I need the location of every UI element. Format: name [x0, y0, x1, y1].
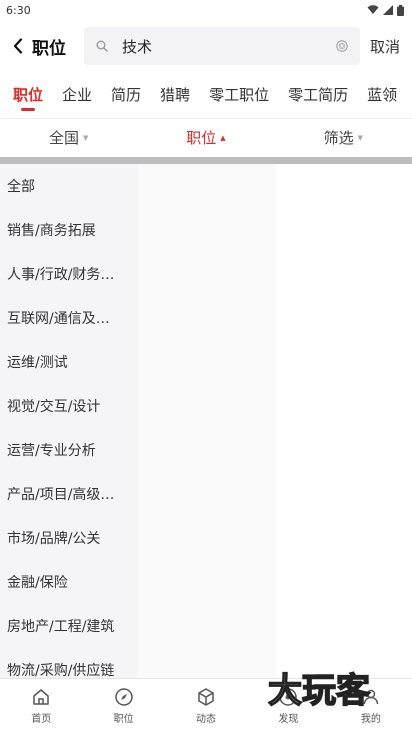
search-value: 技术 — [122, 37, 153, 56]
filter-region-label: 全国 — [48, 129, 79, 147]
header: 职位 技术 取消 — [0, 26, 412, 66]
list-item[interactable]: 人事/行政/财务… — [0, 252, 138, 296]
subcategory-pane — [138, 164, 276, 678]
list-item[interactable]: 运营/专业分析 — [0, 428, 138, 472]
list-item[interactable]: 运维/测试 — [0, 340, 138, 384]
status-time: 6:30 — [6, 3, 31, 17]
nav-feed[interactable]: 动态 — [165, 679, 247, 732]
chevron-down-icon: ▼ — [357, 133, 364, 142]
clear-icon[interactable] — [336, 40, 348, 52]
nav-feed-label: 动态 — [196, 713, 217, 725]
page-title: 职位 — [32, 38, 66, 59]
search-input[interactable]: 技术 — [84, 27, 360, 65]
list-item[interactable]: 物流/采购/供应链 — [0, 648, 138, 678]
discover-icon — [279, 687, 298, 706]
tab-gig-resumes[interactable]: 零工简历 — [288, 80, 348, 105]
list-item[interactable]: 视觉/交互/设计 — [0, 384, 138, 428]
list-item[interactable]: 产品/项目/高级… — [0, 472, 138, 516]
nav-discover[interactable]: 发现 — [247, 679, 329, 732]
battery-icon — [397, 4, 404, 16]
chevron-down-icon: ▼ — [82, 133, 89, 142]
detail-pane — [276, 164, 412, 678]
profile-icon — [363, 689, 379, 704]
filter-region[interactable]: 全国 ▼ — [0, 119, 137, 156]
back-arrow-icon — [13, 38, 23, 54]
status-icons — [367, 4, 404, 16]
category-list[interactable]: 全部 销售/商务拓展 人事/行政/财务… 互联网/通信及… 运维/测试 视觉/交… — [0, 164, 138, 678]
list-item[interactable]: 全部 — [0, 164, 138, 208]
nav-profile[interactable]: 我的 — [330, 679, 412, 732]
status-bar: 6:30 — [0, 0, 412, 20]
filter-more-label: 筛选 — [323, 129, 354, 147]
category-panel: 全部 销售/商务拓展 人事/行政/财务… 互联网/通信及… 运维/测试 视觉/交… — [0, 164, 412, 678]
compass-icon — [114, 687, 133, 706]
cancel-button[interactable]: 取消 — [370, 36, 400, 57]
signal-icon — [383, 5, 393, 15]
tab-blue-collar[interactable]: 蓝领 — [367, 80, 397, 105]
list-item[interactable]: 销售/商务拓展 — [0, 208, 138, 252]
nav-home[interactable]: 首页 — [0, 679, 82, 732]
bottom-nav: 首页 职位 动态 发现 我的 — [0, 678, 412, 732]
chevron-up-icon: ▲ — [220, 133, 226, 142]
divider-bar — [0, 157, 412, 164]
filter-more[interactable]: 筛选 ▼ — [275, 119, 412, 156]
category-tabs: 职位 企业 简历 猎聘 零工职位 零工简历 蓝领 — [0, 80, 412, 114]
home-icon — [33, 688, 49, 705]
wifi-icon — [367, 5, 379, 14]
tab-gig-jobs[interactable]: 零工职位 — [209, 80, 269, 105]
list-item[interactable]: 市场/品牌/公关 — [0, 516, 138, 560]
nav-home-label: 首页 — [31, 713, 52, 725]
list-item[interactable]: 金融/保险 — [0, 560, 138, 604]
nav-discover-label: 发现 — [278, 713, 299, 725]
tab-resumes[interactable]: 简历 — [111, 80, 141, 105]
nav-jobs-label: 职位 — [113, 713, 134, 725]
list-item[interactable]: 房地产/工程/建筑 — [0, 604, 138, 648]
back-button[interactable] — [4, 26, 32, 66]
filter-bar: 全国 ▼ 职位 ▲ 筛选 ▼ — [0, 118, 412, 156]
tab-jobs[interactable]: 职位 — [13, 80, 43, 111]
nav-jobs[interactable]: 职位 — [82, 679, 164, 732]
cube-icon — [198, 687, 214, 706]
nav-profile-label: 我的 — [360, 713, 381, 725]
filter-position[interactable]: 职位 ▲ — [137, 119, 274, 156]
list-item[interactable]: 互联网/通信及… — [0, 296, 138, 340]
tab-headhunting[interactable]: 猎聘 — [160, 80, 190, 105]
filter-position-label: 职位 — [186, 129, 217, 147]
search-icon — [96, 40, 108, 52]
tab-companies[interactable]: 企业 — [62, 80, 92, 105]
